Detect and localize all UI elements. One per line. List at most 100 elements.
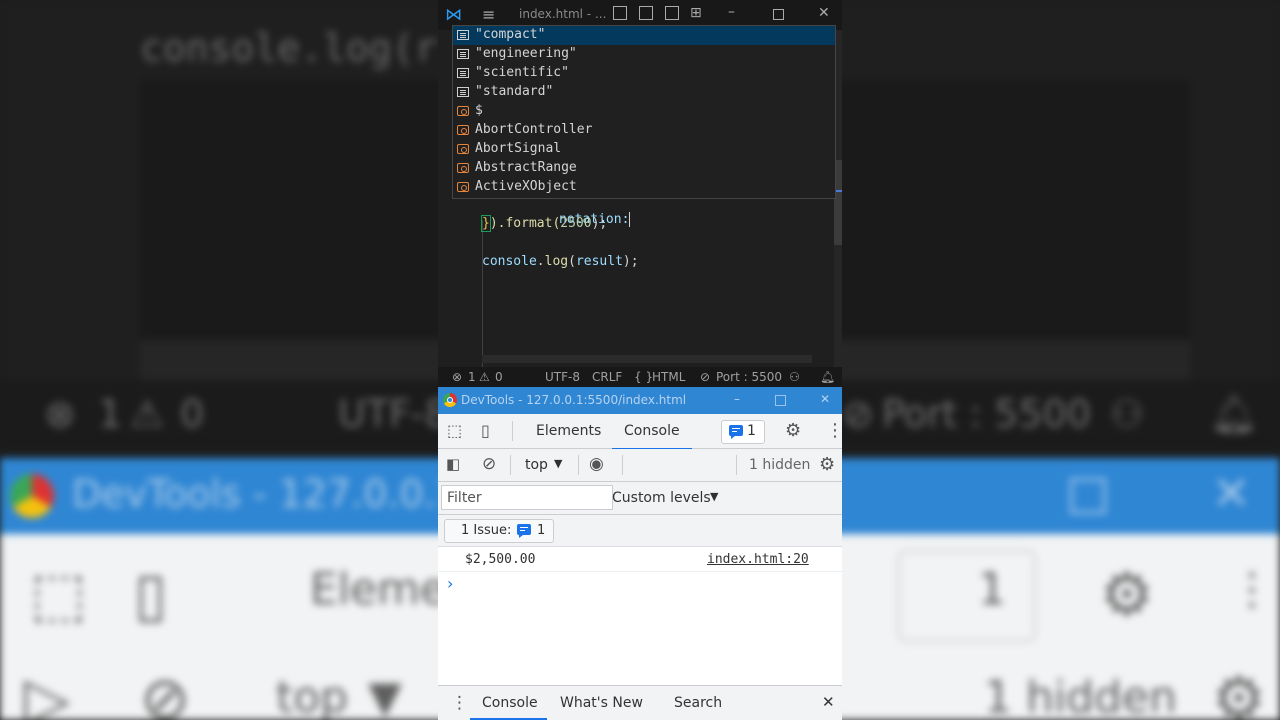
suggestion-item[interactable]: $	[453, 102, 835, 121]
issues-label: 1 Issue:	[461, 523, 512, 538]
maximize-icon[interactable]	[775, 395, 786, 406]
error-count[interactable]: 1	[468, 370, 476, 384]
bg-maximize-icon	[1070, 478, 1106, 514]
text-icon	[457, 49, 469, 59]
devtools-drawer-tabs: ⋮ Console What's New Search ✕	[438, 685, 842, 720]
issues-badge[interactable]: 1	[721, 420, 765, 444]
devtools-panel: ⬚ ▯ Elements Console 1 ⚙ ⋮ ◧ ⊘ top ▼ ◉ 1…	[438, 414, 842, 720]
bg-issues-badge	[898, 550, 1036, 642]
settings-gear-icon[interactable]: ⚙	[785, 420, 801, 441]
log-object: console	[482, 254, 537, 269]
drawer-tab-whats-new[interactable]: What's New	[560, 695, 643, 711]
language-mode[interactable]: HTML	[652, 370, 685, 384]
chevron-down-icon[interactable]: ▼	[710, 490, 718, 503]
log-output: $2,500.00	[465, 552, 536, 567]
suggestion-item[interactable]: AbortController	[453, 121, 835, 140]
warning-icon[interactable]: ⚠	[479, 370, 490, 384]
menu-icon[interactable]: ≡	[482, 5, 495, 24]
bg-feedback-icon: ⚇	[1110, 392, 1145, 436]
bg-clear-icon: ⊘	[140, 664, 191, 720]
encoding[interactable]: UTF-8	[545, 370, 580, 384]
log-close: );	[622, 254, 639, 269]
suggestion-item[interactable]: AbortSignal	[453, 140, 835, 159]
tab-elements[interactable]: Elements	[536, 423, 601, 439]
console-settings-gear-icon[interactable]: ⚙	[819, 454, 835, 475]
text-icon	[457, 68, 469, 78]
log-dot: .	[536, 254, 545, 269]
tab-console[interactable]: Console	[612, 423, 692, 450]
minimize-icon[interactable]: –	[734, 392, 740, 406]
indent-guide	[482, 220, 483, 367]
autocomplete-suggestions[interactable]: "compact" "engineering" "scientific" "st…	[452, 25, 836, 199]
format-call: ).format(	[489, 216, 561, 231]
minimize-icon[interactable]: –	[728, 4, 735, 20]
log-source-link[interactable]: index.html:20	[707, 552, 809, 567]
bg-chrome-icon	[10, 474, 54, 518]
variable-icon	[457, 106, 469, 116]
context-selector[interactable]: top	[525, 457, 548, 473]
format-arg: 2500	[560, 216, 592, 231]
suggestion-item[interactable]: "compact"	[453, 26, 835, 45]
toggle-panel-icon[interactable]	[639, 6, 653, 20]
variable-icon	[457, 182, 469, 192]
warning-count[interactable]: 0	[495, 370, 503, 384]
issues-button[interactable]: 1 Issue: 1	[444, 519, 554, 543]
filter-input[interactable]	[441, 485, 613, 510]
toggle-secondary-sidebar-icon[interactable]	[665, 6, 679, 20]
bg-encoding: UTF-8	[338, 392, 449, 436]
chevron-down-icon[interactable]: ▼	[554, 457, 562, 470]
suggestion-item[interactable]: "engineering"	[453, 45, 835, 64]
close-icon[interactable]: ✕	[820, 392, 830, 406]
notifications-bell-icon[interactable]: 🔔︎	[820, 370, 835, 384]
bg-tab-elements: Eleme	[310, 564, 448, 615]
screen-recording-frame: ⋈ ≡ index.html - ... ⊞ – ✕ notation: }).…	[438, 0, 842, 720]
error-icon[interactable]: ⊗	[452, 370, 462, 384]
text-icon	[457, 87, 469, 97]
hidden-messages-count: 1 hidden	[749, 457, 811, 473]
suggestion-item[interactable]: "scientific"	[453, 64, 835, 83]
drawer-menu-icon[interactable]: ⋮	[451, 693, 468, 713]
drawer-tab-search[interactable]: Search	[674, 695, 722, 711]
close-drawer-icon[interactable]: ✕	[822, 693, 835, 711]
bg-port-icon: ⊘	[842, 392, 874, 436]
bg-bell-icon: 🔔︎	[1210, 392, 1259, 436]
separator	[512, 421, 513, 441]
live-expression-eye-icon[interactable]: ◉	[589, 454, 604, 474]
suggestion-item[interactable]: AbstractRange	[453, 159, 835, 178]
toggle-sidebar-icon[interactable]	[613, 6, 627, 20]
inspect-element-icon[interactable]: ⬚	[447, 421, 462, 440]
suggestion-item[interactable]: ActiveXObject	[453, 178, 835, 197]
bg-port: Port : 5500	[882, 392, 1091, 436]
console-toolbar: ◧ ⊘ top ▼ ◉ 1 hidden ⚙	[438, 449, 842, 482]
bg-title-text: DevTools - 127.0.0.1:5	[72, 472, 497, 516]
bg-close-icon: ✕	[1212, 466, 1251, 520]
code-line-format: }).format(2500);	[481, 215, 607, 232]
message-icon	[729, 425, 743, 439]
devtools-titlebar: DevTools - 127.0.0.1:5500/index.html – ✕	[438, 387, 842, 414]
vscode-statusbar: ⊗ 1 ⚠ 0 UTF-8 CRLF { } HTML ⊘ Port : 550…	[438, 367, 842, 387]
clear-console-icon[interactable]: ⊘	[482, 454, 496, 474]
suggestion-item[interactable]: "standard"	[453, 83, 835, 102]
kebab-menu-icon[interactable]: ⋮	[826, 420, 842, 441]
drawer-tab-console[interactable]: Console	[482, 695, 538, 711]
separator	[510, 455, 511, 475]
show-sidebar-icon[interactable]: ◧	[446, 455, 460, 473]
device-toolbar-icon[interactable]: ▯	[481, 421, 490, 440]
port-icon: ⊘	[700, 370, 711, 384]
log-levels-dropdown[interactable]: Custom levels	[612, 490, 711, 506]
line-ending[interactable]: CRLF	[592, 370, 622, 384]
feedback-icon[interactable]: ⚇	[789, 370, 800, 384]
bg-inspect-icon: ⬚	[30, 560, 87, 630]
close-icon[interactable]: ✕	[818, 5, 830, 21]
bg-code-text: console.log(r	[140, 26, 438, 70]
separator	[578, 455, 579, 475]
horizontal-scrollbar[interactable]	[482, 355, 812, 363]
bg-kebab-icon: ⋮	[1230, 564, 1274, 615]
bg-dropdown-icon: ▼	[368, 672, 402, 720]
text-cursor	[629, 212, 631, 227]
maximize-icon[interactable]	[773, 9, 784, 20]
live-server-port[interactable]: Port : 5500	[716, 370, 782, 384]
customize-layout-icon[interactable]: ⊞	[690, 5, 702, 21]
chrome-icon	[443, 393, 457, 407]
console-prompt[interactable]: ›	[447, 574, 453, 593]
